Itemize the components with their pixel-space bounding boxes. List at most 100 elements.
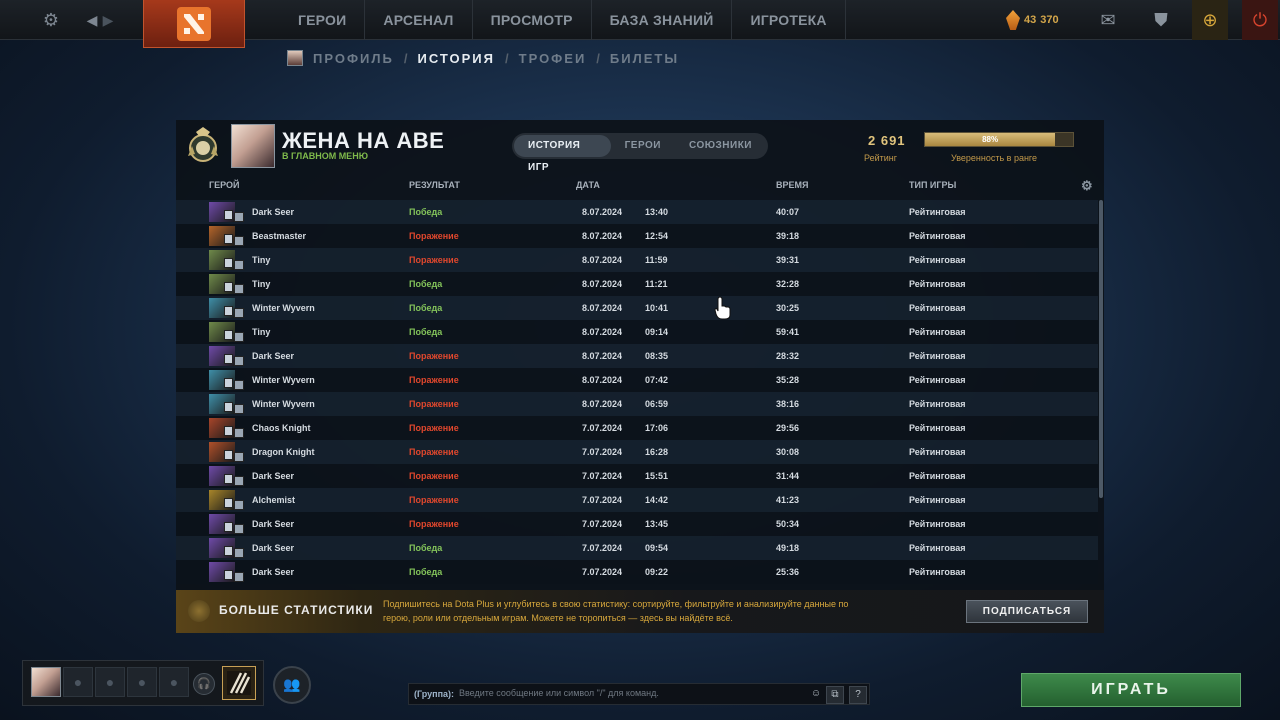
item-icon (234, 572, 244, 582)
table-row[interactable]: Dark Seer Поражение 7.07.2024 15:51 31:44 Рей… (176, 464, 1098, 488)
party-slot-empty[interactable]: ● (127, 667, 157, 697)
table-row[interactable]: Tiny Поражение 8.07.2024 11:59 39:31 Рейтинго… (176, 248, 1098, 272)
nav-watch[interactable]: ПРОСМОТР (473, 0, 592, 40)
match-mode: Рейтинговая (909, 399, 966, 409)
match-result: Поражение (409, 519, 459, 529)
match-result: Поражение (409, 447, 459, 457)
currency-b: 370 (1040, 14, 1059, 26)
table-row[interactable]: Tiny Победа 8.07.2024 11:21 32:28 Рейтинговая (176, 272, 1098, 296)
main-nav: ГЕРОИ АРСЕНАЛ ПРОСМОТР БАЗА ЗНАНИЙ ИГРОТ… (280, 0, 846, 40)
match-mode: Рейтинговая (909, 327, 966, 337)
table-row[interactable]: Winter Wyvern Поражение 8.07.2024 06:59 38:1… (176, 392, 1098, 416)
tab-heroes[interactable]: ГЕРОИ (611, 135, 675, 157)
table-row[interactable]: Dark Seer Победа 7.07.2024 09:54 49:18 Рейтин… (176, 536, 1098, 560)
hero-name: Alchemist (252, 495, 296, 505)
table-settings-gear-icon[interactable]: ⚙ (1081, 178, 1093, 194)
party-slot-empty[interactable]: ● (159, 667, 189, 697)
party-slot-empty[interactable]: ● (63, 667, 93, 697)
column-mode[interactable]: ТИП ИГРЫ (909, 180, 956, 190)
item-icon (224, 306, 233, 316)
hero-name: Chaos Knight (252, 423, 311, 433)
match-duration: 28:32 (776, 351, 800, 361)
nav-learn[interactable]: БАЗА ЗНАНИЙ (592, 0, 733, 40)
table-row[interactable]: Winter Wyvern Победа 8.07.2024 10:41 30:25 Ре… (176, 296, 1098, 320)
chat-input[interactable] (459, 688, 799, 698)
table-row[interactable]: Dark Seer Поражение 7.07.2024 13:45 50:34 Рей… (176, 512, 1098, 536)
column-date[interactable]: ДАТА (576, 180, 600, 190)
forward-arrow-icon[interactable]: ▶ (96, 8, 120, 32)
hero-name: Dark Seer (252, 351, 295, 361)
nav-armory[interactable]: АРСЕНАЛ (365, 0, 473, 40)
item-icon (234, 332, 244, 342)
table-row[interactable]: Dark Seer Победа 7.07.2024 09:22 25:36 Рейтин… (176, 560, 1098, 584)
plus-banner-text: Подпишитесь на Dota Plus и углубитесь в … (383, 599, 849, 623)
item-icon (224, 378, 233, 388)
match-start-time: 12:54 (645, 231, 669, 241)
friends-button[interactable]: 👥 (273, 666, 311, 704)
match-mode: Рейтинговая (909, 471, 966, 481)
nav-heroes[interactable]: ГЕРОИ (280, 0, 366, 40)
match-start-time: 17:06 (645, 423, 669, 433)
item-icon (224, 210, 233, 220)
match-start-time: 08:35 (645, 351, 669, 361)
battle-pass-badge[interactable] (222, 666, 256, 700)
match-result: Поражение (409, 471, 459, 481)
match-result: Победа (409, 567, 443, 577)
table-row[interactable]: Alchemist Поражение 7.07.2024 14:42 41:23 Рей… (176, 488, 1098, 512)
match-start-time: 11:21 (645, 279, 668, 289)
shard-currency[interactable]: 43 370 (1006, 10, 1059, 30)
chat-window-icon[interactable]: ⧉ (826, 686, 844, 704)
column-result[interactable]: РЕЗУЛЬТАТ (409, 180, 460, 190)
match-duration: 30:08 (776, 447, 800, 457)
match-list-scrollbar[interactable] (1099, 200, 1103, 498)
item-icon (224, 450, 233, 460)
dota-plus-icon: ⊕ (1202, 9, 1218, 30)
party-slot-empty[interactable]: ● (95, 667, 125, 697)
match-result: Поражение (409, 255, 459, 265)
column-hero[interactable]: ГЕРОЙ (209, 180, 239, 190)
table-row[interactable]: Beastmaster Поражение 8.07.2024 12:54 39:18 Р… (176, 224, 1098, 248)
table-row[interactable]: Dragon Knight Поражение 7.07.2024 16:28 30:0… (176, 440, 1098, 464)
column-duration[interactable]: ВРЕМЯ (776, 180, 808, 190)
table-row[interactable]: Chaos Knight Поражение 7.07.2024 17:06 29:56… (176, 416, 1098, 440)
gear-icon[interactable]: ⚙ (39, 8, 63, 32)
table-row[interactable]: Dark Seer Поражение 8.07.2024 08:35 28:32 Рей… (176, 344, 1098, 368)
nav-arcade[interactable]: ИГРОТЕКА (732, 0, 846, 40)
match-mode: Рейтинговая (909, 303, 966, 313)
dota-logo-button[interactable] (143, 0, 245, 48)
tab-match-history[interactable]: ИСТОРИЯ ИГР (514, 135, 611, 173)
dota-plus-button[interactable]: ⊕ (1192, 0, 1228, 40)
item-icon (224, 258, 233, 268)
item-icon (234, 380, 244, 390)
mail-button[interactable]: ✉ (1090, 0, 1126, 40)
inventory-button[interactable]: ⛊ (1143, 0, 1179, 40)
dota-plus-banner: БОЛЬШЕ СТАТИСТИКИ Подпишитесь на Dota Pl… (176, 590, 1104, 633)
table-row[interactable]: Tiny Победа 8.07.2024 09:14 59:41 Рейтинговая (176, 320, 1098, 344)
party-slot-self[interactable] (31, 667, 61, 697)
chat-channel-label[interactable]: (Группа): (414, 689, 454, 699)
item-icon (224, 498, 233, 508)
item-icon (234, 404, 244, 414)
subnav-profile[interactable]: ПРОФИЛЬ (313, 51, 394, 66)
subnav-tickets[interactable]: БИЛЕТЫ (610, 51, 679, 66)
match-result: Победа (409, 207, 443, 217)
hero-name: Dark Seer (252, 543, 295, 553)
table-row[interactable]: Dark Seer Победа 8.07.2024 13:40 40:07 Рейтин… (176, 200, 1098, 224)
emoji-icon[interactable]: ☺ (807, 686, 825, 704)
player-avatar[interactable] (231, 124, 275, 168)
hero-name: Dark Seer (252, 471, 295, 481)
quit-button[interactable]: ⏻ (1242, 0, 1278, 40)
match-duration: 49:18 (776, 543, 800, 553)
play-button[interactable]: ИГРАТЬ (1021, 673, 1241, 707)
match-start-time: 13:40 (645, 207, 669, 217)
match-date: 7.07.2024 (582, 519, 623, 529)
table-row[interactable]: Winter Wyvern Поражение 8.07.2024 07:42 35:2… (176, 368, 1098, 392)
item-icon (224, 354, 233, 364)
help-icon[interactable]: ? (849, 686, 867, 704)
subnav-trophies[interactable]: ТРОФЕИ (519, 51, 587, 66)
subscribe-button[interactable]: ПОДПИСАТЬСЯ (966, 600, 1088, 623)
voice-chat-headset-icon[interactable]: 🎧 (193, 673, 215, 695)
rating-label: Рейтинг (864, 153, 898, 163)
tab-allies[interactable]: СОЮЗНИКИ (675, 135, 766, 157)
subnav-history[interactable]: ИСТОРИЯ (418, 51, 496, 66)
